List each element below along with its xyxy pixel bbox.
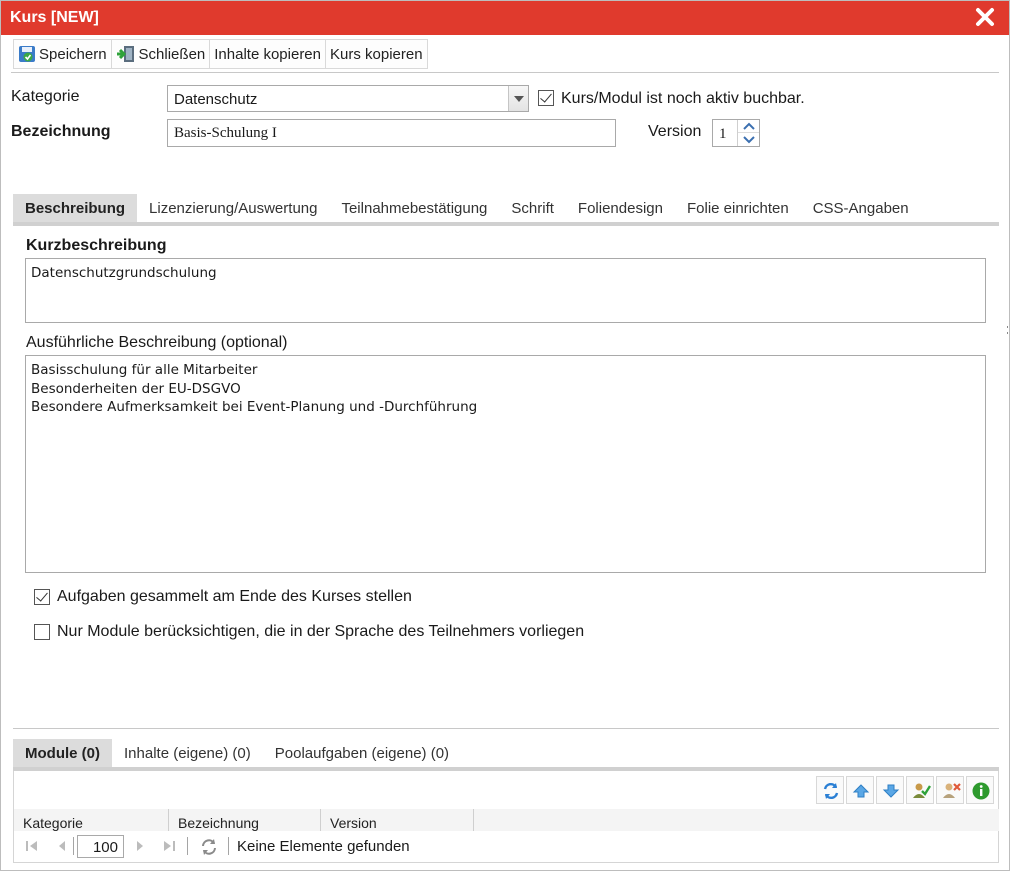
tab-foliendesign[interactable]: Foliendesign — [566, 194, 675, 223]
category-value: Datenschutz — [174, 91, 258, 108]
toolbar-divider — [11, 72, 999, 73]
active-bookable-label: Kurs/Modul ist noch aktiv buchbar. — [561, 90, 805, 107]
copy-contents-button[interactable]: Inhalte kopieren — [209, 39, 326, 69]
course-editor-window: Kurs [NEW] Speichern Schließen Inhalte k… — [0, 0, 1010, 871]
active-bookable-checkbox[interactable] — [538, 90, 554, 106]
stepper-down-icon[interactable] — [738, 133, 759, 146]
save-label: Speichern — [39, 45, 107, 63]
tab-teilnahmebestaetigung[interactable]: Teilnahmebestätigung — [329, 194, 499, 223]
toolbar: Speichern Schließen Inhalte kopieren Kur… — [13, 39, 428, 69]
reload-icon[interactable] — [197, 835, 219, 857]
name-label: Bezeichnung — [11, 123, 111, 140]
column-header-version[interactable]: Version — [321, 809, 474, 831]
exit-door-icon — [116, 46, 134, 62]
info-icon[interactable] — [966, 776, 994, 804]
save-button[interactable]: Speichern — [13, 39, 112, 69]
long-description-textarea[interactable]: Basisschulung für alle Mitarbeiter Beson… — [25, 355, 986, 573]
short-description-textarea[interactable]: Datenschutzgrundschulung — [25, 258, 986, 323]
page-size-input[interactable]: 100 — [77, 835, 124, 858]
tab-poolaufgaben[interactable]: Poolaufgaben (eigene) (0) — [263, 739, 461, 768]
category-label: Kategorie — [11, 88, 80, 105]
category-select[interactable]: Datenschutz — [167, 85, 529, 112]
language-modules-label: Nur Module berücksichtigen, die in der S… — [57, 623, 585, 640]
tab-folie-einrichten[interactable]: Folie einrichten — [675, 194, 801, 223]
tab-beschreibung[interactable]: Beschreibung — [13, 194, 138, 223]
user-remove-icon[interactable] — [936, 776, 964, 804]
copy-course-label: Kurs kopieren — [330, 45, 423, 63]
close-button[interactable]: Schließen — [110, 39, 211, 69]
version-stepper[interactable]: 1 — [712, 119, 760, 147]
pager-separator — [228, 837, 229, 855]
tab-css-angaben[interactable]: CSS-Angaben — [801, 194, 921, 223]
tasks-at-end-checkbox[interactable] — [34, 589, 50, 605]
window-title: Kurs [NEW] — [10, 9, 99, 26]
grid-header: Kategorie Bezeichnung Version — [13, 809, 999, 831]
refresh-icon[interactable] — [816, 776, 844, 804]
copy-contents-label: Inhalte kopieren — [214, 45, 321, 63]
name-input[interactable]: Basis-Schulung I — [167, 119, 616, 147]
resize-edge — [1006, 323, 1009, 334]
user-edit-icon[interactable] — [906, 776, 934, 804]
move-up-icon[interactable] — [846, 776, 874, 804]
tab-inhalte[interactable]: Inhalte (eigene) (0) — [112, 739, 263, 768]
column-header-kategorie[interactable]: Kategorie — [14, 809, 169, 831]
first-page-icon[interactable] — [21, 835, 43, 857]
prev-page-icon[interactable] — [51, 835, 73, 857]
move-down-icon[interactable] — [876, 776, 904, 804]
close-icon[interactable] — [973, 5, 997, 29]
section-divider — [13, 728, 999, 729]
tab-strip-line — [13, 222, 999, 226]
last-page-icon[interactable] — [158, 835, 180, 857]
version-stepper-buttons — [737, 120, 759, 146]
tasks-at-end-label: Aufgaben gesammelt am Ende des Kurses st… — [57, 588, 412, 605]
pager-separator — [73, 837, 74, 855]
title-bar: Kurs [NEW] — [1, 1, 1009, 35]
short-description-label: Kurzbeschreibung — [26, 237, 167, 254]
close-label: Schließen — [138, 45, 206, 63]
column-header-bezeichnung[interactable]: Bezeichnung — [169, 809, 321, 831]
save-icon — [19, 46, 35, 62]
version-label: Version — [648, 123, 702, 140]
chevron-down-icon[interactable] — [508, 86, 528, 111]
tab-schrift[interactable]: Schrift — [499, 194, 566, 223]
pager-separator — [187, 837, 188, 855]
stepper-up-icon[interactable] — [738, 120, 759, 133]
bottom-tabs: Module (0) Inhalte (eigene) (0) Poolaufg… — [13, 739, 461, 768]
version-value: 1 — [719, 126, 727, 142]
main-tabs: Beschreibung Lizenzierung/Auswertung Tei… — [13, 194, 921, 223]
next-page-icon[interactable] — [129, 835, 151, 857]
pager-status-text: Keine Elemente gefunden — [237, 838, 410, 855]
tab-lizenzierung[interactable]: Lizenzierung/Auswertung — [137, 194, 329, 223]
language-modules-checkbox[interactable] — [34, 624, 50, 640]
copy-course-button[interactable]: Kurs kopieren — [325, 39, 428, 69]
tab-module[interactable]: Module (0) — [13, 739, 112, 768]
long-description-label: Ausführliche Beschreibung (optional) — [26, 334, 288, 351]
